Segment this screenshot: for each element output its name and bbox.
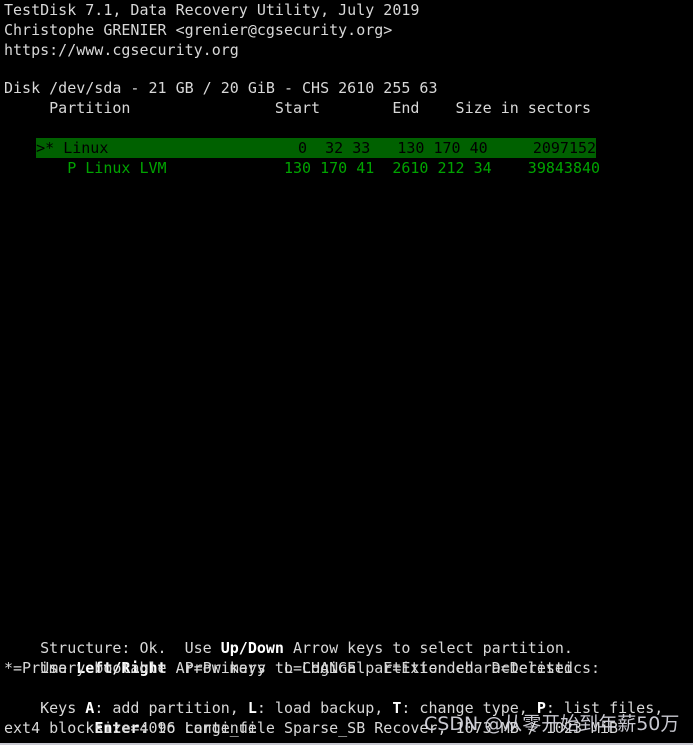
table-header-row: Partition Start End Size in sectors [4, 99, 591, 117]
table-row[interactable]: >* Linux 0 32 33 130 170 40 2097152 [0, 118, 693, 158]
structure-status-line: Structure: Ok. Use Up/Down Arrow keys to… [0, 618, 693, 657]
partition-row-linux-lvm[interactable]: P Linux LVM 130 170 41 2610 212 34 39843… [40, 159, 600, 177]
disk-info-line: Disk /dev/sda - 21 GB / 20 GiB - CHS 261… [4, 79, 438, 97]
app-title-line: TestDisk 7.1, Data Recovery Utility, Jul… [4, 1, 420, 19]
app-author-line: Christophe GRENIER <grenier@cgsecurity.o… [4, 21, 393, 39]
table-row[interactable]: P Linux LVM 130 170 41 2610 212 34 39843… [0, 138, 693, 177]
partition-type-legend-line: *=Primary bootable P=Primary L=Logical E… [4, 659, 573, 677]
enter-help-line: Enter: to continue [0, 698, 693, 737]
app-website-line: https://www.cgsecurity.org [4, 41, 239, 59]
terminal-screen: TestDisk 7.1, Data Recovery Utility, Jul… [0, 0, 693, 745]
keys-help-line: Keys A: add partition, L: load backup, T… [0, 678, 693, 717]
filesystem-status-line: ext4 blocksize=4096 Large_file Sparse_SB… [4, 719, 619, 737]
change-characteristics-line: Use Left/Right Arrow keys to CHANGE part… [0, 638, 693, 677]
